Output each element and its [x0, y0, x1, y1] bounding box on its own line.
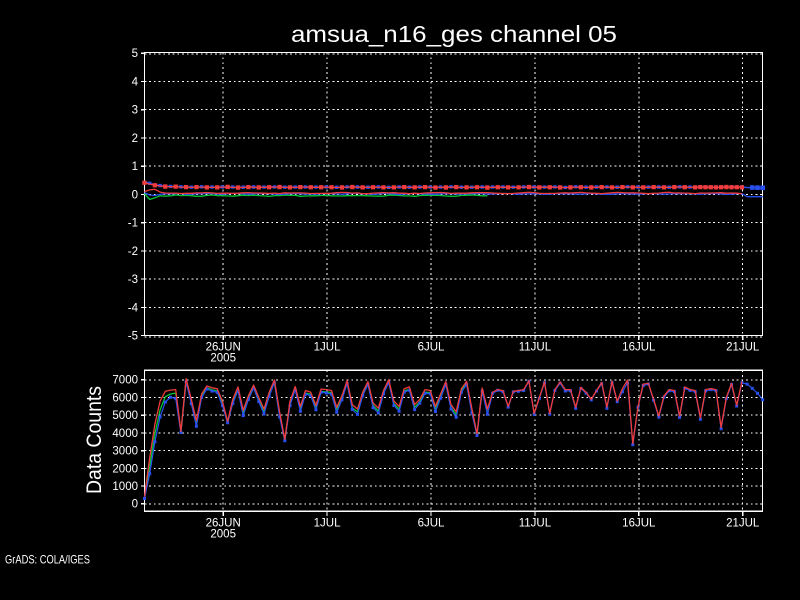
svg-text:Data Counts: Data Counts [83, 386, 106, 494]
svg-text:4: 4 [132, 76, 139, 88]
svg-text:16JUL: 16JUL [622, 342, 656, 354]
svg-text:-4: -4 [128, 302, 139, 314]
svg-text:16JUL: 16JUL [622, 517, 656, 529]
svg-text:2: 2 [132, 133, 138, 145]
svg-text:21JUL: 21JUL [726, 517, 760, 529]
svg-text:1JUL: 1JUL [314, 342, 341, 354]
svg-text:1000: 1000 [112, 481, 138, 493]
svg-text:GrADS: COLA/IGES: GrADS: COLA/IGES [5, 553, 90, 567]
svg-text:-3: -3 [128, 274, 138, 286]
svg-text:11JUL: 11JUL [519, 342, 552, 354]
svg-text:-2: -2 [128, 246, 138, 258]
svg-text:-1: -1 [128, 218, 138, 230]
svg-text:3000: 3000 [112, 446, 138, 458]
svg-text:21JUL: 21JUL [726, 342, 760, 354]
svg-text:2005: 2005 [210, 528, 236, 540]
svg-text:0: 0 [132, 499, 138, 511]
svg-text:6000: 6000 [112, 392, 138, 404]
svg-text:1: 1 [132, 161, 138, 173]
svg-text:3: 3 [132, 105, 138, 117]
svg-text:0: 0 [132, 189, 138, 201]
svg-text:2000: 2000 [112, 463, 138, 475]
svg-text:2005: 2005 [210, 353, 236, 365]
svg-text:6JUL: 6JUL [418, 342, 445, 354]
svg-text:amsua_n16_ges channel 05: amsua_n16_ges channel 05 [291, 21, 617, 47]
svg-text:5000: 5000 [112, 410, 138, 422]
svg-text:7000: 7000 [112, 375, 138, 387]
svg-text:1JUL: 1JUL [314, 517, 341, 529]
svg-text:4000: 4000 [112, 428, 138, 440]
svg-text:11JUL: 11JUL [519, 517, 552, 529]
svg-text:-5: -5 [128, 330, 138, 342]
svg-text:6JUL: 6JUL [418, 517, 445, 529]
svg-text:5: 5 [132, 48, 138, 60]
